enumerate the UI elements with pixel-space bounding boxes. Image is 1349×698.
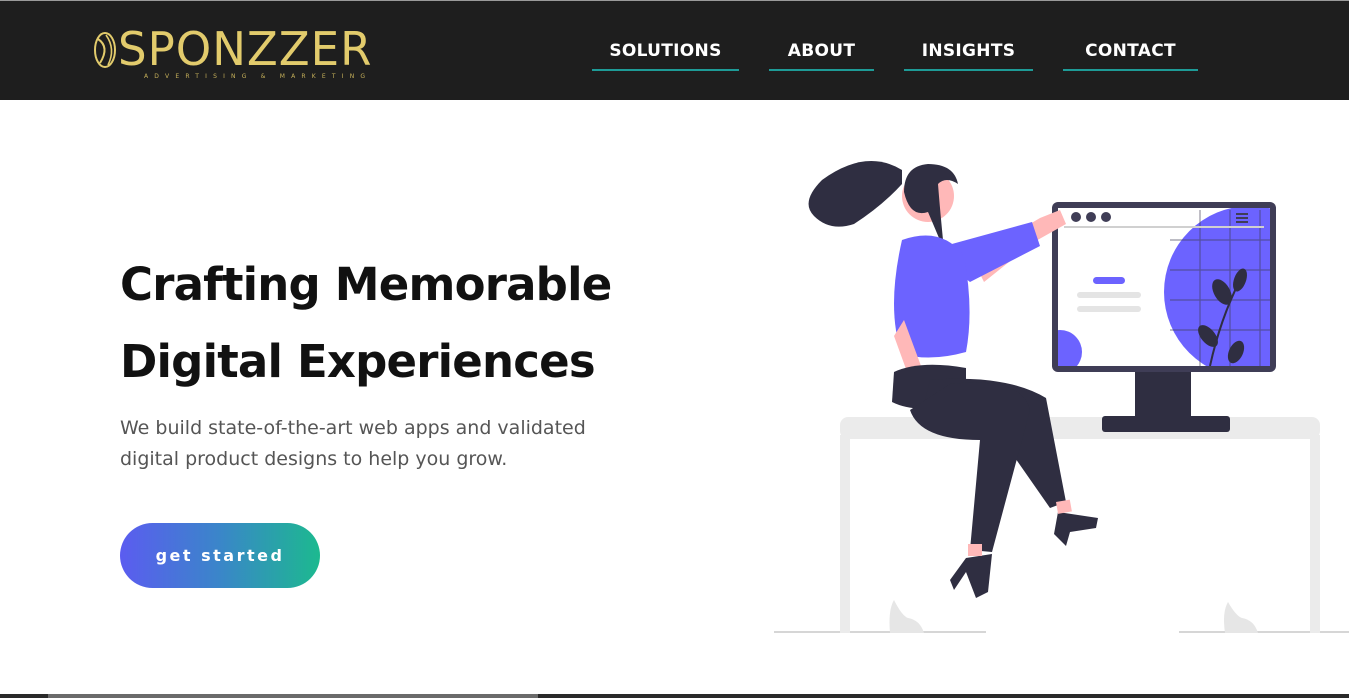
shoe-front	[950, 554, 992, 598]
nav-solutions[interactable]: SOLUTIONS	[592, 39, 739, 71]
nav-contact[interactable]: CONTACT	[1063, 39, 1198, 71]
desk-leg-left	[840, 435, 850, 633]
site-header: SPONZZER ADVERTISING & MARKETING SOLUTIO…	[0, 1, 1349, 100]
shoe-back	[1054, 512, 1098, 546]
leg-front	[910, 382, 1030, 552]
hero-title-line-2: Digital Experiences	[120, 335, 596, 388]
screen-blob	[1164, 208, 1270, 366]
hero-illustration	[774, 161, 1349, 633]
desk-leg-right	[1310, 435, 1320, 633]
nav-about[interactable]: ABOUT	[769, 39, 874, 71]
hero-subtitle-line-1: We build state-of-the-art web apps and v…	[120, 417, 586, 439]
desk-top	[840, 417, 1320, 439]
ponytail	[808, 161, 902, 227]
monitor-stand	[1135, 369, 1191, 417]
monitor-base	[1102, 416, 1230, 432]
floor-line	[774, 631, 986, 633]
plant-right	[1224, 602, 1258, 633]
nav-about-label: ABOUT	[787, 41, 856, 61]
bottom-scroll-bar	[0, 694, 1349, 698]
hero-title: Crafting Memorable Digital Experiences	[120, 246, 680, 400]
hero-title-line-1: Crafting Memorable	[120, 258, 612, 311]
nav-solutions-label: SOLUTIONS	[609, 41, 722, 61]
nav-insights[interactable]: INSIGHTS	[904, 39, 1033, 71]
hero-subtitle-line-2: digital product designs to help you grow…	[120, 448, 508, 470]
hero-subtitle: We build state-of-the-art web apps and v…	[120, 413, 680, 475]
screen-menu-icon	[1236, 213, 1248, 223]
get-started-button[interactable]: get started	[120, 523, 320, 588]
nav-contact-label: CONTACT	[1085, 41, 1176, 61]
plant-left	[889, 600, 924, 633]
brand-name: SPONZZER	[118, 22, 373, 76]
brand-tagline: ADVERTISING & MARKETING	[144, 73, 372, 80]
brand-logo[interactable]: SPONZZER ADVERTISING & MARKETING	[92, 22, 397, 85]
floor-line-right	[1179, 631, 1349, 633]
nav-insights-label: INSIGHTS	[921, 41, 1016, 61]
